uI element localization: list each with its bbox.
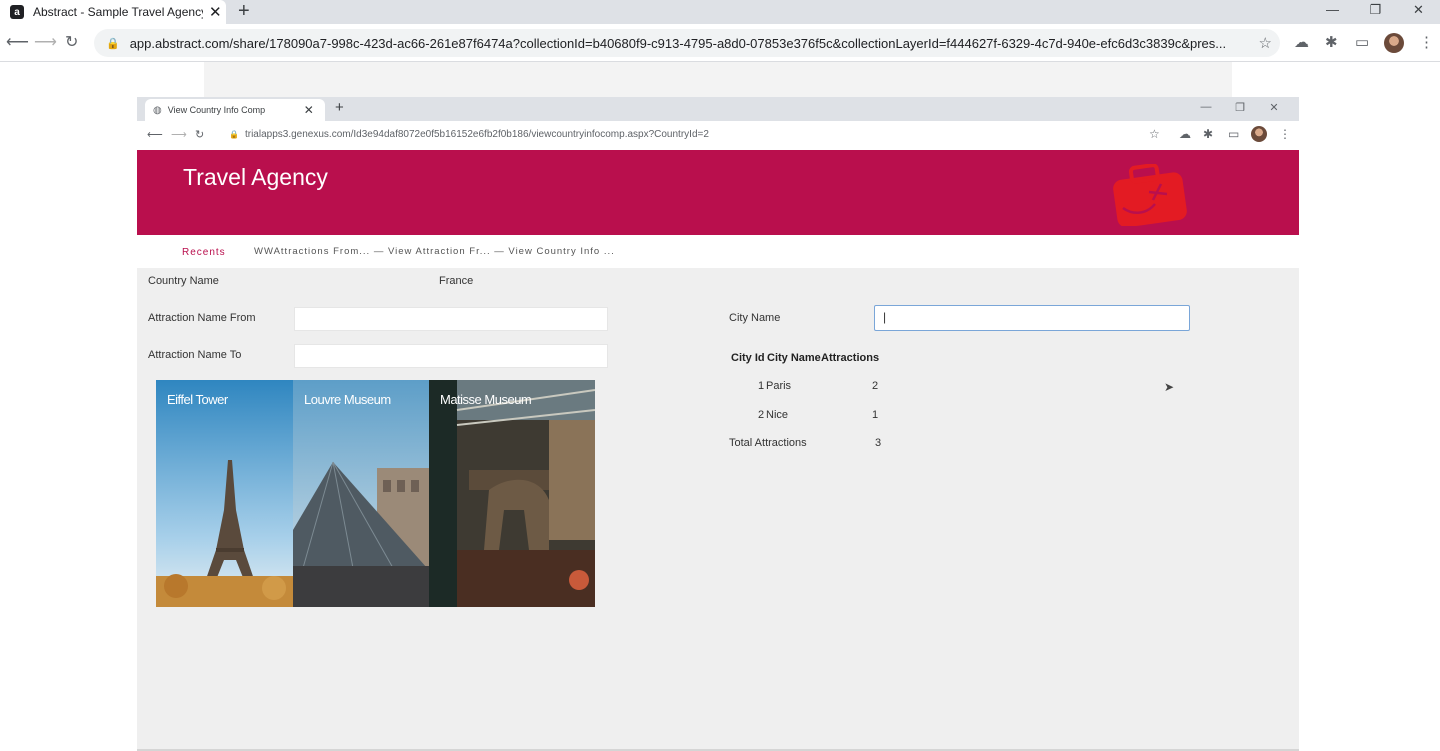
recents-bar: Recents WWAttractions From... — View Att… [137, 235, 1299, 268]
profile-avatar[interactable] [1384, 33, 1404, 53]
grid-header-city-id: City Id [731, 352, 765, 364]
attraction-from-label: Attraction Name From [148, 312, 256, 324]
reload-icon[interactable]: ↻ [65, 32, 78, 52]
card-title: Louvre Museum [304, 392, 391, 407]
inner-forward-arrow-icon[interactable]: ⟶ [171, 128, 187, 141]
city-id-cell: 1 [758, 380, 765, 392]
inner-bookmark-star-icon[interactable]: ☆ [1149, 127, 1160, 141]
outer-tab[interactable]: a Abstract - Sample Travel Agency ✕ [0, 0, 226, 24]
abstract-favicon-icon: a [10, 5, 24, 19]
recents-breadcrumbs[interactable]: WWAttractions From... — View Attraction … [254, 246, 615, 257]
total-attractions-label: Total Attractions [729, 437, 807, 449]
grid-header-city-name: City Name [767, 352, 821, 364]
inner-extensions-puzzle-icon[interactable]: ✱ [1203, 127, 1213, 141]
outer-tab-bar: a Abstract - Sample Travel Agency ✕ + — … [0, 0, 1440, 24]
inner-reload-icon[interactable]: ↻ [195, 128, 204, 141]
inner-profile-avatar[interactable] [1251, 126, 1267, 142]
mouse-pointer-icon: ➤ [1164, 380, 1175, 394]
inner-browser-window: ◍ View Country Info Comp ✕ + — ❐ ✕ ⟵ ⟶ ↻… [137, 97, 1299, 751]
card-title: Matisse Museum [440, 392, 532, 407]
minimize-button[interactable]: — [1311, 0, 1354, 24]
matisse-museum-image [429, 380, 595, 607]
inner-address-url: trialapps3.genexus.com/Id3e94daf8072e0f5… [244, 129, 709, 140]
total-attractions-value: 3 [875, 437, 882, 449]
back-arrow-icon[interactable]: ⟵ [6, 32, 29, 52]
attractions-gallery: Eiffel Tower Louvre Museum Matisse Museu… [156, 380, 595, 607]
inner-toolbar: ⟵ ⟶ ↻ 🔒 trialapps3.genexus.com/Id3e94daf8… [137, 121, 1299, 150]
bookmark-star-icon[interactable]: ☆ [1259, 34, 1272, 52]
new-tab-button[interactable]: + [238, 0, 250, 24]
city-name-input[interactable]: | [874, 305, 1190, 331]
close-window-button[interactable]: ✕ [1397, 0, 1440, 24]
card-title: Eiffel Tower [167, 392, 228, 407]
drive-extension-icon[interactable]: ☁ [1294, 33, 1309, 51]
app-header: Travel Agency [137, 150, 1299, 235]
city-name-cell: Nice [766, 409, 789, 421]
address-url: app.abstract.com/share/178090a7-998c-423… [129, 35, 1227, 51]
extensions-puzzle-icon[interactable]: ✱ [1325, 33, 1338, 51]
country-name-label: Country Name [148, 275, 219, 287]
globe-icon: ◍ [153, 104, 162, 116]
attractions-cell: 2 [872, 380, 879, 392]
menu-dots-icon[interactable]: ⋮ [1419, 33, 1434, 51]
forward-arrow-icon[interactable]: ⟶ [34, 32, 57, 52]
city-id-cell: 2 [758, 409, 765, 421]
city-name-label: City Name [729, 312, 781, 324]
attractions-cell: 1 [872, 409, 879, 421]
country-name-value: France [439, 275, 474, 287]
louvre-museum-image [293, 380, 429, 607]
lock-icon: 🔒 [106, 37, 120, 50]
address-bar[interactable]: 🔒 app.abstract.com/share/178090a7-998c-4… [94, 29, 1280, 57]
attraction-to-label: Attraction Name To [148, 349, 242, 361]
app-title: Travel Agency [183, 164, 328, 190]
inner-address-bar[interactable]: 🔒 trialapps3.genexus.com/Id3e94daf8072e0f… [229, 129, 709, 140]
suitcase-logo-icon [1113, 164, 1187, 226]
inner-cast-icon[interactable]: ▭ [1228, 127, 1239, 141]
inner-lock-icon: 🔒 [229, 130, 239, 139]
outer-tab-title: Abstract - Sample Travel Agency [33, 5, 203, 19]
eiffel-tower-image [156, 380, 293, 607]
inner-close-window-button[interactable]: ✕ [1257, 101, 1291, 114]
recording-canvas [204, 62, 1232, 98]
city-name-cell: Paris [766, 380, 792, 392]
louvre-museum-card[interactable]: Louvre Museum [293, 380, 429, 607]
inner-close-tab-icon[interactable]: ✕ [304, 103, 314, 117]
inner-restore-button[interactable]: ❐ [1223, 101, 1257, 114]
inner-new-tab-button[interactable]: + [335, 99, 344, 116]
attraction-to-input[interactable] [294, 344, 608, 368]
eiffel-tower-card[interactable]: Eiffel Tower [156, 380, 293, 607]
inner-tab[interactable]: ◍ View Country Info Comp ✕ [145, 99, 325, 121]
inner-tab-bar: ◍ View Country Info Comp ✕ + — ❐ ✕ [137, 97, 1299, 121]
matisse-museum-card[interactable]: Matisse Museum [429, 380, 595, 607]
inner-drive-extension-icon[interactable]: ☁ [1179, 127, 1191, 141]
inner-menu-dots-icon[interactable]: ⋮ [1279, 127, 1291, 141]
cast-icon[interactable]: ▭ [1355, 33, 1369, 51]
restore-button[interactable]: ❐ [1354, 0, 1397, 24]
recents-label: Recents [182, 247, 226, 258]
inner-back-arrow-icon[interactable]: ⟵ [147, 128, 163, 141]
inner-window-controls: — ❐ ✕ [1189, 101, 1291, 114]
inner-tab-title: View Country Info Comp [167, 105, 266, 115]
attraction-from-input[interactable] [294, 307, 608, 331]
window-controls: — ❐ ✕ [1311, 0, 1440, 24]
close-tab-icon[interactable]: ✕ [209, 3, 222, 21]
inner-minimize-button[interactable]: — [1189, 101, 1223, 114]
grid-header-attractions: Attractions [821, 352, 880, 364]
outer-toolbar: ⟵ ⟶ ↻ 🔒 app.abstract.com/share/178090a7-… [0, 24, 1440, 62]
